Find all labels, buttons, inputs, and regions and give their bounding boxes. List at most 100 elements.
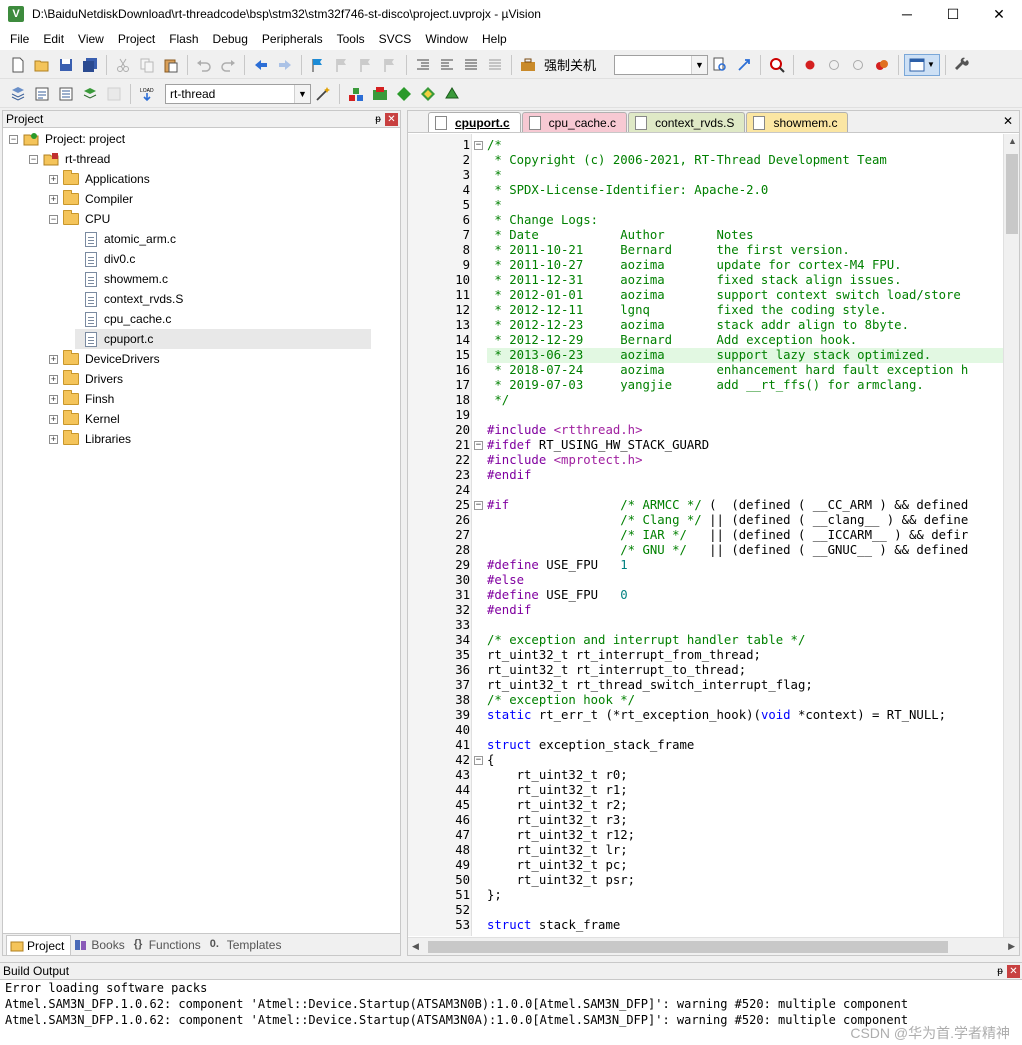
code-line[interactable]: 14 * 2012-12-29 Bernard Add exception ho… <box>408 333 1004 348</box>
code-line[interactable]: 12 * 2012-12-11 lgnq fixed the coding st… <box>408 303 1004 318</box>
uncomment-button[interactable] <box>484 54 506 76</box>
comment-button[interactable] <box>460 54 482 76</box>
code-line[interactable]: 37 rt_uint32_t rt_thread_switch_interrupt… <box>408 678 1004 693</box>
rebuild-button[interactable] <box>55 83 77 105</box>
scroll-left-icon[interactable]: ◀ <box>412 941 419 952</box>
close-pane-icon[interactable]: ✕ <box>1007 964 1020 978</box>
code-line[interactable]: 50 rt_uint32_t psr; <box>408 873 1004 888</box>
menu-project[interactable]: Project <box>111 28 162 50</box>
horizontal-scrollbar[interactable]: ◀ ▶ <box>408 937 1019 955</box>
target-options-button[interactable] <box>312 83 334 105</box>
open-file-button[interactable] <box>31 54 53 76</box>
code-line[interactable]: 20 #include <rtthread.h> <box>408 423 1004 438</box>
shutdown-label[interactable]: 强制关机 <box>544 55 596 74</box>
code-line[interactable]: 48 rt_uint32_t lr; <box>408 843 1004 858</box>
vertical-scrollbar[interactable]: ▲ <box>1003 134 1019 937</box>
menu-edit[interactable]: Edit <box>36 28 71 50</box>
download-button[interactable]: LOAD <box>136 83 158 105</box>
tree-item-cpuport-c[interactable]: cpuport.c <box>75 329 371 349</box>
code-line[interactable]: 35 rt_uint32_t rt_interrupt_from_thread; <box>408 648 1004 663</box>
code-line[interactable]: 10 * 2011-12-31 aozima fixed stack align… <box>408 273 1004 288</box>
tab-cpuport-c[interactable]: cpuport.c <box>428 112 521 132</box>
tree-item-applications[interactable]: + Applications <box>49 169 150 189</box>
manage-project-items-button[interactable] <box>345 83 367 105</box>
tab-showmem-c[interactable]: showmem.c <box>746 112 849 132</box>
pack-manage-button[interactable] <box>441 83 463 105</box>
manage-components-button[interactable] <box>369 83 391 105</box>
code-line[interactable]: 7 * Date Author Notes <box>408 228 1004 243</box>
expand-icon[interactable]: + <box>49 434 58 444</box>
code-line[interactable]: 2 * Copyright (c) 2006-2021, RT-Thread D… <box>408 153 1004 168</box>
code-line[interactable]: 22 #include <mprotect.h> <box>408 453 1004 468</box>
horizontal-scroll-thumb[interactable] <box>428 941 948 953</box>
code-line[interactable]: 49 rt_uint32_t pc; <box>408 858 1004 873</box>
shutdown-tool-button[interactable] <box>517 54 539 76</box>
fold-toggle-icon[interactable]: − <box>474 756 483 765</box>
collapse-icon[interactable]: − <box>29 154 38 164</box>
code-line[interactable]: 15 * 2013-06-23 aozima support lazy stac… <box>408 348 1004 363</box>
kill-breakpoints-button[interactable] <box>871 54 893 76</box>
code-line[interactable]: 42−{ <box>408 753 1004 768</box>
menu-help[interactable]: Help <box>475 28 514 50</box>
expand-icon[interactable]: + <box>49 394 58 404</box>
code-line[interactable]: 33 <box>408 618 1004 633</box>
tab-context-rvds-s[interactable]: context_rvds.S <box>628 112 746 132</box>
insert-breakpoint-button[interactable] <box>799 54 821 76</box>
configure-button[interactable] <box>951 54 973 76</box>
code-line[interactable]: 38 /* exception hook */ <box>408 693 1004 708</box>
code-line[interactable]: 11 * 2012-01-01 aozima support context s… <box>408 288 1004 303</box>
code-line[interactable]: 9 * 2011-10-27 aozima update for cortex-… <box>408 258 1004 273</box>
enable-breakpoint-button[interactable] <box>823 54 845 76</box>
tree-item-context-rvds-s[interactable]: context_rvds.S <box>77 289 183 309</box>
build-button[interactable] <box>31 83 53 105</box>
code-line[interactable]: 24 <box>408 483 1004 498</box>
code-area[interactable]: 1−/* 2 * Copyright (c) 2006-2021, RT-Thre… <box>408 134 1004 936</box>
tab-templates[interactable]: 0. Templates <box>207 935 288 955</box>
stop-build-button[interactable] <box>103 83 125 105</box>
tree-item-project-project[interactable]: − Project: project <box>9 129 125 149</box>
code-line[interactable]: 47 rt_uint32_t r12; <box>408 828 1004 843</box>
code-line[interactable]: 32 #endif <box>408 603 1004 618</box>
code-line[interactable]: 17 * 2019-07-03 yangjie add __rt_ffs() f… <box>408 378 1004 393</box>
window-layout-button[interactable]: ▼ <box>904 53 941 76</box>
new-file-button[interactable] <box>7 54 29 76</box>
code-line[interactable]: 25− #if /* ARMCC */ ( (defined ( __CC_ARM… <box>408 498 1004 513</box>
code-line[interactable]: 26 /* Clang */ || (defined ( __clang__ )… <box>408 513 1004 528</box>
tree-item-kernel[interactable]: + Kernel <box>49 409 120 429</box>
select-packs-button[interactable] <box>393 83 415 105</box>
code-line[interactable]: 19 <box>408 408 1004 423</box>
save-button[interactable] <box>55 54 77 76</box>
code-line[interactable]: 6 * Change Logs: <box>408 213 1004 228</box>
code-line[interactable]: 21− #ifdef RT_USING_HW_STACK_GUARD <box>408 438 1004 453</box>
expand-icon[interactable]: + <box>49 174 58 184</box>
code-line[interactable]: 23 #endif <box>408 468 1004 483</box>
chevron-down-icon[interactable]: ▼ <box>294 84 310 103</box>
navigate-back-button[interactable] <box>250 54 272 76</box>
collapse-icon[interactable]: − <box>9 134 18 144</box>
fold-toggle-icon[interactable]: − <box>474 501 483 510</box>
incremental-find-button[interactable] <box>733 54 755 76</box>
copy-button[interactable] <box>136 54 158 76</box>
code-line[interactable]: 16 * 2018-07-24 aozima enhancement hard … <box>408 363 1004 378</box>
code-line[interactable]: 53 struct stack_frame <box>408 918 1004 933</box>
translate-button[interactable] <box>7 83 29 105</box>
vertical-scroll-thumb[interactable] <box>1006 154 1018 234</box>
code-line[interactable]: 34 /* exception and interrupt handler tab… <box>408 633 1004 648</box>
scroll-right-icon[interactable]: ▶ <box>1008 941 1015 952</box>
code-line[interactable]: 44 rt_uint32_t r1; <box>408 783 1004 798</box>
save-all-button[interactable] <box>79 54 101 76</box>
code-line[interactable]: 39 static rt_err_t (*rt_exception_hook)(v… <box>408 708 1004 723</box>
code-line[interactable]: 36 rt_uint32_t rt_interrupt_to_thread; <box>408 663 1004 678</box>
code-line[interactable]: 45 rt_uint32_t r2; <box>408 798 1004 813</box>
code-line[interactable]: 41 struct exception_stack_frame <box>408 738 1004 753</box>
batch-build-button[interactable] <box>79 83 101 105</box>
tab-project[interactable]: Project <box>6 935 72 955</box>
maximize-button[interactable]: ☐ <box>930 0 976 28</box>
code-line[interactable]: 28 /* GNU */ || (defined ( __GNUC__ ) &&… <box>408 543 1004 558</box>
undo-button[interactable] <box>193 54 215 76</box>
clear-bookmarks-button[interactable] <box>379 54 401 76</box>
cut-button[interactable] <box>112 54 134 76</box>
code-line[interactable]: 46 rt_uint32_t r3; <box>408 813 1004 828</box>
code-line[interactable]: 43 rt_uint32_t r0; <box>408 768 1004 783</box>
tree-item-finsh[interactable]: + Finsh <box>49 389 114 409</box>
